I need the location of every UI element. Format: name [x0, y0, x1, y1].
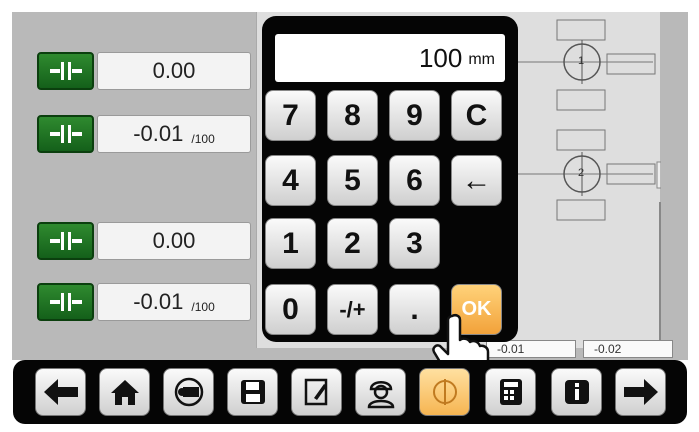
forward-button[interactable]: [615, 368, 666, 416]
operator-button[interactable]: [355, 368, 406, 416]
back-button[interactable]: [35, 368, 86, 416]
calculator-button[interactable]: [485, 368, 536, 416]
measurement-row-1: 0.00: [37, 52, 251, 90]
bottom-value-field-2[interactable]: -0.02: [583, 340, 673, 358]
measurement-value: 0.00: [152, 228, 196, 253]
key-4[interactable]: 4: [265, 155, 316, 206]
measurement-row-4: -0.01 /100: [37, 283, 251, 321]
bottom-value-field-1[interactable]: -0.01: [486, 340, 576, 358]
measurement-value: -0.01: [133, 121, 184, 146]
edit-icon: [304, 378, 327, 406]
bottom-value: -0.01: [497, 342, 525, 356]
measurement-value: -0.01: [133, 289, 184, 314]
key-5[interactable]: 5: [327, 155, 378, 206]
measurement-unit: /100: [191, 132, 215, 146]
measurement-field-2[interactable]: -0.01 /100: [97, 115, 251, 153]
key-sign[interactable]: -/+: [327, 284, 378, 335]
measurement-value: 0.00: [152, 58, 196, 83]
gauge-button-1[interactable]: [37, 52, 94, 90]
measurement-unit: /100: [191, 300, 215, 314]
gauge-icon: [49, 62, 82, 80]
keypad-display[interactable]: 100 mm: [275, 34, 505, 82]
arrow-right-icon: [623, 379, 658, 405]
edit-button[interactable]: [291, 368, 342, 416]
key-0[interactable]: 0: [265, 284, 316, 335]
gauge-button-3[interactable]: [37, 222, 94, 260]
gauge-icon: [49, 293, 82, 311]
gauge-button-2[interactable]: [37, 115, 94, 153]
display-value: 100: [418, 42, 463, 73]
info-icon: [564, 380, 589, 404]
target-button[interactable]: [419, 368, 470, 416]
key-1[interactable]: 1: [265, 218, 316, 269]
key-9[interactable]: 9: [389, 90, 440, 141]
bottom-value: -0.02: [594, 342, 622, 356]
calculator-icon: [499, 379, 522, 405]
gauge-button-4[interactable]: [37, 283, 94, 321]
measurement-row-2: -0.01 /100: [37, 115, 251, 153]
key-backspace[interactable]: ←: [451, 155, 502, 206]
key-3[interactable]: 3: [389, 218, 440, 269]
marker-label-1: 1: [578, 55, 585, 67]
numeric-keypad: 100 mm 7 8 9 C 4 5 6 ← 1 2 3 0 -/+ . OK: [262, 16, 518, 342]
screen: 0.00 -0.01 /100 0.00 -0.01 /100 1 2 -0.0…: [0, 0, 699, 432]
home-icon: [110, 380, 139, 405]
gauge-icon: [49, 232, 82, 250]
measurement-field-4[interactable]: -0.01 /100: [97, 283, 251, 321]
display-unit: mm: [468, 51, 495, 68]
home-button[interactable]: [99, 368, 150, 416]
key-clear[interactable]: C: [451, 90, 502, 141]
measurement-field-1[interactable]: 0.00: [97, 52, 251, 90]
rotate-view-button[interactable]: [163, 368, 214, 416]
operator-icon: [367, 381, 394, 409]
key-8[interactable]: 8: [327, 90, 378, 141]
info-button[interactable]: [551, 368, 602, 416]
save-icon: [240, 380, 265, 404]
measurement-field-3[interactable]: 0.00: [97, 222, 251, 260]
touch-target-icon: [432, 379, 457, 405]
rotate-view-icon: [174, 377, 203, 407]
key-6[interactable]: 6: [389, 155, 440, 206]
arrow-left-icon: [43, 379, 78, 405]
save-button[interactable]: [227, 368, 278, 416]
key-2[interactable]: 2: [327, 218, 378, 269]
gauge-icon: [49, 125, 82, 143]
bottom-toolbar: [13, 360, 687, 424]
marker-label-2: 2: [578, 167, 585, 179]
measurement-row-3: 0.00: [37, 222, 251, 260]
key-7[interactable]: 7: [265, 90, 316, 141]
